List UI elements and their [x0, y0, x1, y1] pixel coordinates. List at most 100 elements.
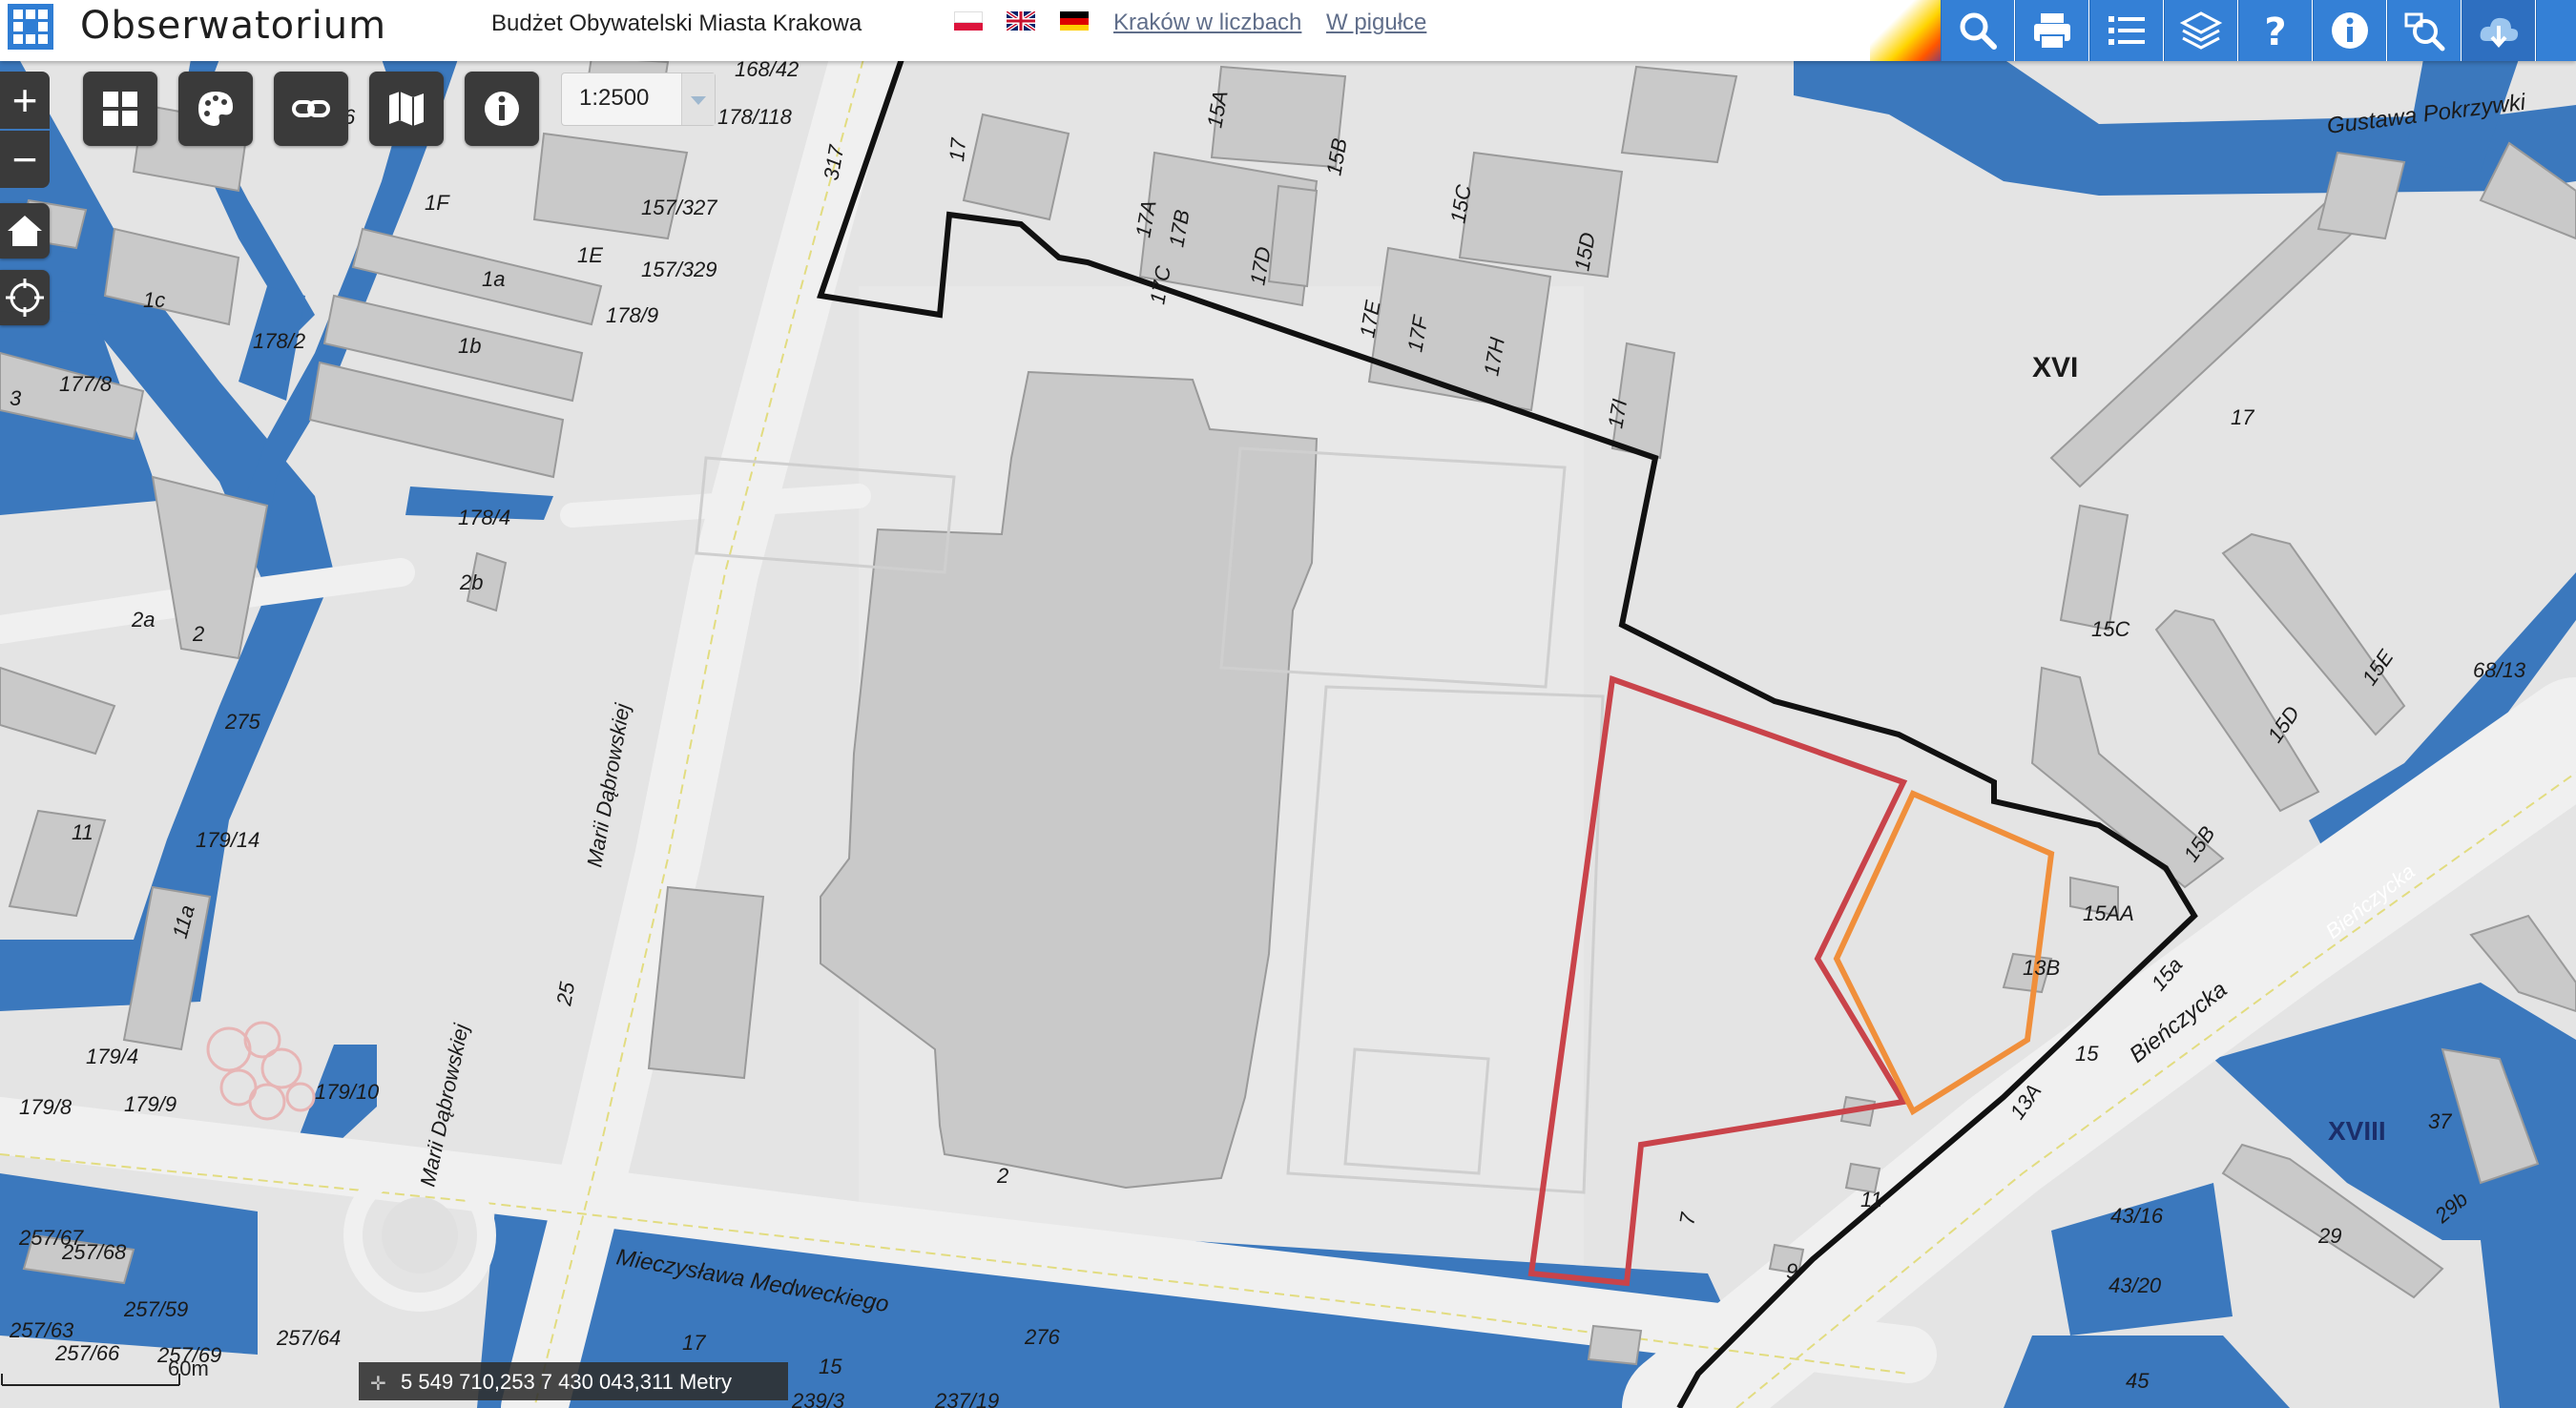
grid-icon — [103, 92, 137, 126]
coordinates-readout: 5 549 710,253 7 430 043,311 Metry — [401, 1370, 732, 1394]
parcel-number-label: 179/4 — [86, 1045, 138, 1068]
home-icon — [8, 216, 42, 246]
parcel-number-label: 15C — [2091, 617, 2129, 641]
zoom-out-button[interactable]: − — [0, 131, 50, 188]
flag-de-icon[interactable] — [1060, 11, 1089, 31]
parcel-number-label: 17I — [1603, 397, 1631, 429]
parcel-number-label: 177/8 — [59, 372, 113, 396]
svg-text:?: ? — [2264, 10, 2286, 52]
parcel-number-label: 257/64 — [276, 1326, 341, 1350]
link-button[interactable] — [274, 72, 348, 146]
parcel-number-label: 2 — [192, 622, 204, 646]
scale-value: 1:2500 — [579, 85, 650, 111]
district-label: XVI — [2032, 352, 2078, 383]
parcel-number-label: 15 — [819, 1355, 842, 1378]
info-icon — [2332, 12, 2368, 49]
parcel-number-label: 257/66 — [54, 1341, 120, 1365]
parcel-number-label: 179/9 — [124, 1092, 177, 1116]
map-canvas[interactable]: Gustawa Pokrzywki Marii Dąbrowskiej Mari… — [0, 0, 2576, 1408]
link-krakow-w-liczbach[interactable]: Kraków w liczbach — [1113, 9, 1301, 37]
parcel-number-label: 237/19 — [934, 1389, 999, 1408]
toolbar-layers-button[interactable] — [2164, 0, 2237, 61]
zoom-in-button[interactable]: + — [0, 72, 50, 129]
app-subtitle: Budżet Obywatelski Miasta Krakowa — [491, 10, 862, 36]
scale-bar — [1, 1374, 180, 1386]
parcel-number-label: 1E — [577, 243, 603, 267]
parcel-number-label: 11 — [72, 820, 93, 844]
parcel-number-label: 17 — [945, 136, 970, 162]
parcel-number-label: 15AA — [2083, 901, 2134, 925]
toolbar-search-zoom-button[interactable] — [2387, 0, 2461, 61]
parcel-number-label: 9 — [1786, 1259, 1797, 1283]
parcel-number-label: 37 — [2428, 1109, 2452, 1133]
parcel-number-label: 17 — [2231, 405, 2254, 429]
parcel-number-label: 1a — [482, 267, 505, 291]
toolbar-print-button[interactable] — [2015, 0, 2088, 61]
parcel-number-label: 157/327 — [641, 196, 717, 219]
link-icon — [292, 100, 330, 117]
flag-pl-icon[interactable] — [954, 11, 983, 31]
toolbar-search-button[interactable] — [1941, 0, 2014, 61]
header-bar: Obserwatorium Budżet Obywatelski Miasta … — [0, 0, 2576, 61]
parcel-number-label: 178/2 — [253, 329, 305, 353]
toolbar-legend-button[interactable] — [2089, 0, 2163, 61]
chevron-down-icon[interactable] — [681, 73, 715, 125]
parcel-number-label: 257/59 — [123, 1297, 188, 1321]
parcel-number-label: 68/13 — [2473, 658, 2526, 682]
parcel-number-label: 17 — [682, 1331, 706, 1355]
parcel-number-label: 1F — [425, 191, 450, 215]
parcel-number-label: 257/63 — [9, 1318, 74, 1342]
parcel-number-label: 1b — [458, 334, 481, 358]
link-w-pigulce[interactable]: W pigułce — [1326, 9, 1426, 37]
search-icon — [1960, 12, 1997, 50]
parcel-number-label: 3 — [10, 386, 22, 410]
search-zoom-icon — [2404, 12, 2445, 52]
parcel-number-label: 178/9 — [606, 303, 658, 327]
toolbar-info-button[interactable] — [2313, 0, 2386, 61]
layers-icon — [2179, 11, 2223, 50]
info-icon — [485, 92, 519, 126]
flag-en-icon[interactable] — [1007, 11, 1035, 31]
scale-select[interactable]: 1:2500 — [561, 72, 716, 126]
parcel-number-label: 257/68 — [61, 1240, 127, 1264]
coordinates-bar: ✛ 5 549 710,253 7 430 043,311 Metry — [359, 1362, 788, 1400]
parcel-number-label: 178/4 — [458, 506, 510, 529]
scale-bar-label: 60m — [168, 1356, 209, 1380]
toolbar-help-button[interactable]: ? — [2238, 0, 2312, 61]
parcel-number-label: 43/20 — [2109, 1273, 2162, 1297]
parcel-number-label: 157/329 — [641, 258, 717, 281]
parcel-number-label: 2a — [131, 608, 155, 632]
locate-button[interactable] — [0, 270, 50, 325]
parcel-number-label: 276 — [1024, 1325, 1060, 1349]
crosshair-icon: ✛ — [370, 1374, 386, 1395]
parcel-number-label: 45 — [2126, 1369, 2150, 1393]
district-label: XVIII — [2328, 1116, 2386, 1146]
parcel-number-label: 13B — [2023, 956, 2060, 980]
parcel-number-label: 1c — [143, 288, 165, 312]
help-icon: ? — [2264, 10, 2286, 52]
parcel-number-label: 179/8 — [19, 1095, 73, 1119]
toolbar-more-button[interactable] — [2536, 0, 2576, 61]
parcel-number-label: 179/14 — [196, 828, 260, 852]
map-info-button[interactable] — [465, 72, 539, 146]
parcel-number-label: 178/118 — [717, 105, 793, 129]
toolbar-download-button[interactable] — [2462, 0, 2535, 61]
basemap-button[interactable] — [369, 72, 444, 146]
parcel-number-label: 2b — [459, 570, 483, 594]
parcel-number-label: 29 — [2317, 1224, 2341, 1248]
grid-button[interactable] — [83, 72, 157, 146]
download-icon — [2480, 17, 2519, 49]
crosshair-icon — [6, 279, 44, 317]
parcel-number-label: 275 — [224, 710, 260, 734]
home-button[interactable] — [0, 203, 50, 259]
parcel-number-label: 179/10 — [315, 1080, 380, 1104]
parcel-number-label: 25 — [551, 980, 579, 1008]
parcel-number-label: 239/3 — [791, 1389, 845, 1408]
print-icon — [2034, 13, 2070, 50]
map-icon — [389, 92, 424, 126]
palette-icon — [198, 92, 233, 126]
app-title: Obserwatorium — [80, 4, 387, 48]
parcel-number-label: 15 — [2075, 1042, 2099, 1066]
palette-button[interactable] — [178, 72, 253, 146]
logo-icon — [8, 4, 53, 50]
